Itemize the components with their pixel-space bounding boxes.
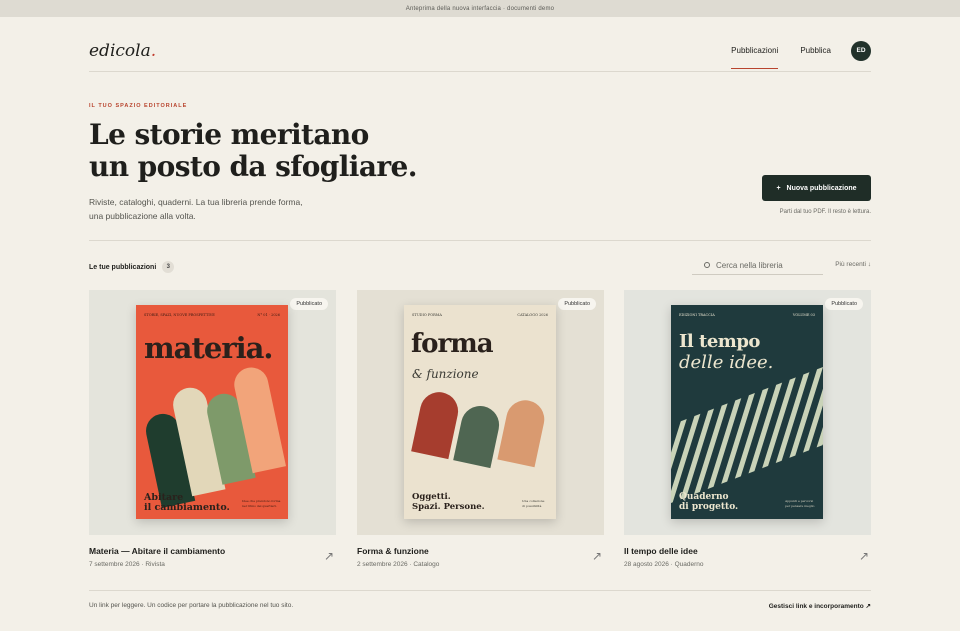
arrow-up-right-icon[interactable]: ↗ xyxy=(859,549,869,563)
hero-title-line-2: un posto da sfogliare. xyxy=(89,150,418,183)
library-count-badge: 3 xyxy=(162,261,175,273)
cover-note-line-2: nel ritmo dei quartieri. xyxy=(242,504,277,508)
publication-meta: 2 settembre 2026 · Catalogo xyxy=(357,561,440,568)
cover-area[interactable]: Pubblicato STORIE, SPAZI, NUOVE PROSPETT… xyxy=(89,290,336,535)
new-publication-button[interactable]: + Nuova pubblicazione xyxy=(762,175,871,201)
hero-subtitle: Riviste, cataloghi, quaderni. La tua lib… xyxy=(89,195,339,223)
library-search[interactable]: Cerca nella libreria xyxy=(692,256,823,275)
section-divider xyxy=(89,240,871,241)
cover-footer-line-2: Spazi. Persone. xyxy=(412,502,485,512)
cover-subtitle: & funzione xyxy=(412,367,479,381)
cover-note-line-2: di possibilità xyxy=(522,504,542,508)
publication-meta: 7 settembre 2026 · Rivista xyxy=(89,561,165,568)
user-avatar[interactable]: ED xyxy=(851,40,871,61)
publication-cover[interactable]: STORIE, SPAZI, NUOVE PROSPETTIVE N° 01 ·… xyxy=(136,305,288,519)
brand-name: edicola xyxy=(89,40,151,61)
publication-meta: 28 agosto 2026 · Quaderno xyxy=(624,561,704,568)
publication-card[interactable]: Pubblicato STORIE, SPAZI, NUOVE PROSPETT… xyxy=(89,290,336,568)
cover-shape xyxy=(411,392,459,460)
brand-logo[interactable]: edicola. xyxy=(89,41,156,61)
cover-title: materia. xyxy=(144,331,273,365)
cover-header-right: VOLUME 03 xyxy=(792,313,815,317)
cover-footer-line-2: il cambiamento. xyxy=(144,502,230,513)
cover-title-line-1: Il tempo xyxy=(679,331,760,352)
preview-banner: Anteprima della nuova interfaccia · docu… xyxy=(0,0,960,17)
cover-shape xyxy=(453,406,500,469)
cover-header-left: EDIZIONI TRACCIA xyxy=(679,313,715,317)
nav-item-pubblicazioni[interactable]: Pubblicazioni xyxy=(731,42,779,69)
publication-card[interactable]: Pubblicato STUDIO FORMA CATALOGO 2026 fo… xyxy=(357,290,604,568)
cover-area[interactable]: Pubblicato STUDIO FORMA CATALOGO 2026 fo… xyxy=(357,290,604,535)
cover-title-line-2: delle idee. xyxy=(679,352,773,373)
cta-note: Parti dal tuo PDF. Il resto è lettura. xyxy=(779,209,871,215)
manage-links-link[interactable]: Gestisci link e incorporamento ↗ xyxy=(769,602,871,610)
main-nav: Pubblicazioni Pubblica ED xyxy=(731,40,871,69)
cover-header-right: CATALOGO 2026 xyxy=(517,313,548,317)
cover-note-line-1: Appunti e percorsi xyxy=(784,499,813,503)
site-header: edicola. Pubblicazioni Pubblica ED xyxy=(89,30,871,72)
library-title: Le tue pubblicazioni xyxy=(89,263,157,271)
footer-text: Un link per leggere. Un codice per porta… xyxy=(89,602,294,609)
cover-shape xyxy=(497,400,545,468)
publication-card[interactable]: Pubblicato EDIZIONI TRACCIA VOLUME 03 Il… xyxy=(624,290,871,568)
nav-item-pubblica[interactable]: Pubblica xyxy=(800,42,831,59)
publication-title[interactable]: Il tempo delle idee xyxy=(624,546,698,556)
hero-eyebrow: IL TUO SPAZIO EDITORIALE xyxy=(89,103,188,109)
cover-artwork: EDIZIONI TRACCIA VOLUME 03 Il tempo dell… xyxy=(671,313,823,512)
hero-subtitle-line-1: Riviste, cataloghi, quaderni. La tua lib… xyxy=(89,197,303,207)
arrow-up-right-icon[interactable]: ↗ xyxy=(324,549,334,563)
page-footer: Un link per leggere. Un codice per porta… xyxy=(89,590,871,610)
new-publication-label: Nuova pubblicazione xyxy=(786,184,857,192)
hero-title: Le storie meritano un posto da sfogliare… xyxy=(89,119,429,183)
cover-footer-line-2: di progetto. xyxy=(679,502,738,512)
cover-footer-line-1: Oggetti. xyxy=(412,492,451,502)
arrow-up-right-icon[interactable]: ↗ xyxy=(592,549,602,563)
hero-subtitle-line-2: una pubblicazione alla volta. xyxy=(89,211,196,221)
sort-dropdown[interactable]: Più recenti ↓ xyxy=(835,261,871,268)
cover-header-left: STUDIO FORMA xyxy=(412,313,442,317)
cover-artwork: STORIE, SPAZI, NUOVE PROSPETTIVE N° 01 ·… xyxy=(143,313,287,513)
cover-area[interactable]: Pubblicato EDIZIONI TRACCIA VOLUME 03 Il… xyxy=(624,290,871,535)
publication-cover[interactable]: STUDIO FORMA CATALOGO 2026 forma & funzi… xyxy=(404,305,556,519)
publication-title[interactable]: Forma & funzione xyxy=(357,546,429,556)
library-heading: Le tue pubblicazioni 3 xyxy=(89,261,175,273)
cover-footer-line-1: Quaderno xyxy=(679,492,729,502)
brand-dot: . xyxy=(150,40,157,61)
cover-note-line-2: per pensare meglio xyxy=(785,504,815,508)
hero-title-line-1: Le storie meritano xyxy=(89,118,369,151)
cover-header-right: N° 01 · 2026 xyxy=(257,313,280,317)
plus-icon: + xyxy=(776,184,781,192)
status-badge: Pubblicato xyxy=(825,298,863,310)
status-badge: Pubblicato xyxy=(558,298,596,310)
cover-note-line-1: Una collezione xyxy=(522,499,545,503)
cover-header-left: STORIE, SPAZI, NUOVE PROSPETTIVE xyxy=(144,313,215,317)
cover-artwork: STUDIO FORMA CATALOGO 2026 forma & funzi… xyxy=(411,313,548,512)
cover-title: forma xyxy=(411,329,494,359)
search-input[interactable]: Cerca nella libreria xyxy=(716,261,783,270)
search-icon xyxy=(704,262,710,268)
publication-cover[interactable]: EDIZIONI TRACCIA VOLUME 03 Il tempo dell… xyxy=(671,305,823,519)
publication-title[interactable]: Materia — Abitare il cambiamento xyxy=(89,546,225,556)
status-badge: Pubblicato xyxy=(290,298,328,310)
cover-note-line-1: Idee che prendono forma xyxy=(242,499,281,503)
